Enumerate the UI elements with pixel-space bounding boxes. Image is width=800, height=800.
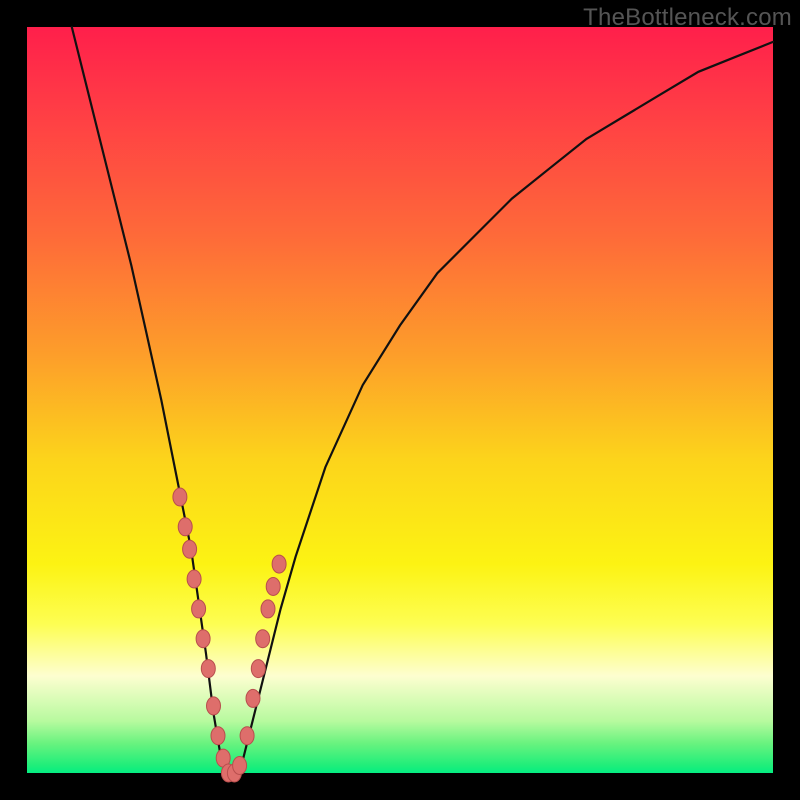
data-point [272, 555, 286, 573]
data-point [240, 727, 254, 745]
chart-frame: TheBottleneck.com [0, 0, 800, 800]
data-point [207, 697, 221, 715]
data-point [201, 660, 215, 678]
data-point [261, 600, 275, 618]
data-point [183, 540, 197, 558]
plot-area [27, 27, 773, 773]
data-point [173, 488, 187, 506]
data-point [251, 660, 265, 678]
data-point [178, 518, 192, 536]
bottleneck-curve [72, 27, 773, 773]
data-point [192, 600, 206, 618]
data-point [233, 757, 247, 775]
data-points-group [173, 488, 286, 782]
data-point [256, 630, 270, 648]
data-point [187, 570, 201, 588]
data-point [266, 578, 280, 596]
data-point [246, 689, 260, 707]
data-point [196, 630, 210, 648]
chart-svg [27, 27, 773, 773]
data-point [211, 727, 225, 745]
